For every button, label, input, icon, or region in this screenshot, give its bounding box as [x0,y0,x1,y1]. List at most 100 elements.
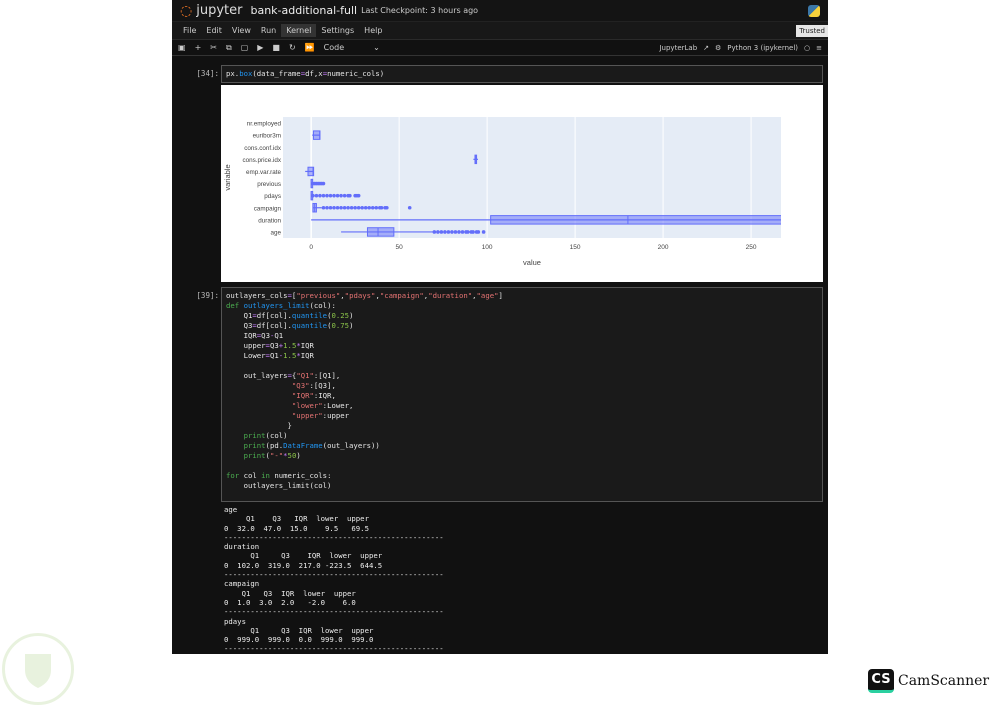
y-tick-label: campaign [254,205,282,212]
menu-view[interactable]: View [227,24,256,37]
checkpoint-status: Last Checkpoint: 3 hours ago [361,6,478,15]
menu-icon[interactable]: ≡ [816,44,822,52]
outlier-point [367,206,371,210]
notebook-title[interactable]: bank-additional-full [250,4,357,17]
separator: ----------------------------------------… [224,533,444,542]
outlier-point [450,230,454,234]
outlier-point [371,206,375,210]
brand: jupyter [196,3,242,18]
y-tick-label: nr.employed [247,121,282,128]
menu-help[interactable]: Help [359,24,387,37]
cut-icon[interactable]: ✂ [210,43,217,52]
external-link-icon: ↗ [703,44,709,52]
chevron-down-icon[interactable]: ⌄ [373,43,380,52]
menu-settings[interactable]: Settings [316,24,359,37]
code-cell-39[interactable]: outlayers_cols=["previous","pdays","camp… [221,287,823,502]
outlier-point [433,230,437,234]
outlier-point [380,206,384,210]
menu-edit[interactable]: Edit [201,24,227,37]
box-euribor3m [313,131,320,139]
menu-run[interactable]: Run [256,24,281,37]
python-logo-icon [808,5,820,17]
x-tick-label: 50 [396,244,404,251]
outlier-point [374,206,378,210]
outlier-point [457,230,461,234]
y-tick-label: duration [258,217,281,224]
outlier-point [336,206,340,210]
outlier-point [332,194,336,198]
y-tick-label: pdays [264,193,281,200]
output-row: 0 32.0 47.0 15.0 9.5 69.5 [224,524,444,533]
trusted-badge[interactable]: Trusted [796,25,828,37]
jupyter-window: ◌ jupyter bank-additional-full Last Chec… [172,0,828,654]
outlier-point [315,194,319,198]
box-duration [491,216,823,224]
outlier-point [343,194,347,198]
outlier-point [339,194,343,198]
y-tick-label: previous [257,181,281,188]
gear-icon[interactable]: ⚙ [715,44,721,52]
cell-prompt: [34]: [172,69,219,78]
add-cell-icon[interactable]: + [195,43,202,52]
shield-icon [5,636,71,702]
output-row: 0 1.0 3.0 2.0 -2.0 6.0 [224,598,444,607]
cell-output: age Q1 Q3 IQR lower upper0 32.0 47.0 15.… [224,505,444,654]
output-col: age [224,505,444,514]
output-row: 0 999.0 999.0 0.0 999.0 999.0 [224,635,444,644]
outlier-point [346,206,350,210]
title-bar: ◌ jupyter bank-additional-full Last Chec… [172,0,828,22]
output-row: 0 102.0 319.0 217.0 -223.5 644.5 [224,561,444,570]
code-cell-34[interactable]: px.box(data_frame=df,x=numeric_cols) [221,65,823,83]
outlier-point [385,206,389,210]
outlier-point [325,194,329,198]
outlier-point [443,230,447,234]
x-tick-label: 200 [658,244,669,251]
menu-file[interactable]: File [178,24,201,37]
outlier-point [408,206,412,210]
outlier-point [322,194,326,198]
outlier-point [454,230,458,234]
outlier-point [350,206,354,210]
box-plot[interactable]: 050100150200250nr.employedeuribor3mcons.… [221,85,823,282]
run-all-icon[interactable]: ⏩ [305,43,315,52]
outlier-point [482,230,486,234]
x-tick-label: 0 [309,244,313,251]
x-tick-label: 100 [482,244,493,251]
outlier-point [329,194,333,198]
y-tick-label: euribor3m [253,133,281,140]
outlier-point [348,194,352,198]
x-tick-label: 250 [746,244,757,251]
cell-type-select[interactable]: Code [324,43,344,52]
watermark-logo [2,633,74,705]
y-axis-title: variable [223,164,232,190]
run-icon[interactable]: ▶ [257,43,263,52]
output-header: Q1 Q3 IQR lower upper [224,626,444,635]
stop-icon[interactable]: ■ [272,43,280,52]
output-col: campaign [224,579,444,588]
outlier-point [343,206,347,210]
outlier-point [357,194,361,198]
camscanner-text: CamScanner [898,673,989,689]
menu-kernel[interactable]: Kernel [281,24,316,37]
restart-icon[interactable]: ↻ [289,43,296,52]
save-icon[interactable]: ▣ [178,43,186,52]
outlier-point [322,182,326,186]
x-tick-label: 150 [570,244,581,251]
y-tick-label: emp.var.rate [246,169,281,176]
box-age [367,228,393,236]
copy-icon[interactable]: ⧉ [226,43,232,53]
output-header: Q1 Q3 IQR lower upper [224,551,444,560]
outlier-point [440,230,444,234]
jupyterlab-link[interactable]: JupyterLab [659,44,697,52]
separator: ----------------------------------------… [224,644,444,653]
outlier-point [336,194,340,198]
outlier-point [447,230,451,234]
outlier-point [466,230,470,234]
outlier-point [339,206,343,210]
output-header: Q1 Q3 IQR lower upper [224,514,444,523]
outlier-point [322,206,326,210]
separator: ----------------------------------------… [224,607,444,616]
outlier-point [332,206,336,210]
kernel-name[interactable]: Python 3 (ipykernel) [727,44,798,52]
paste-icon[interactable]: ▢ [241,43,249,52]
